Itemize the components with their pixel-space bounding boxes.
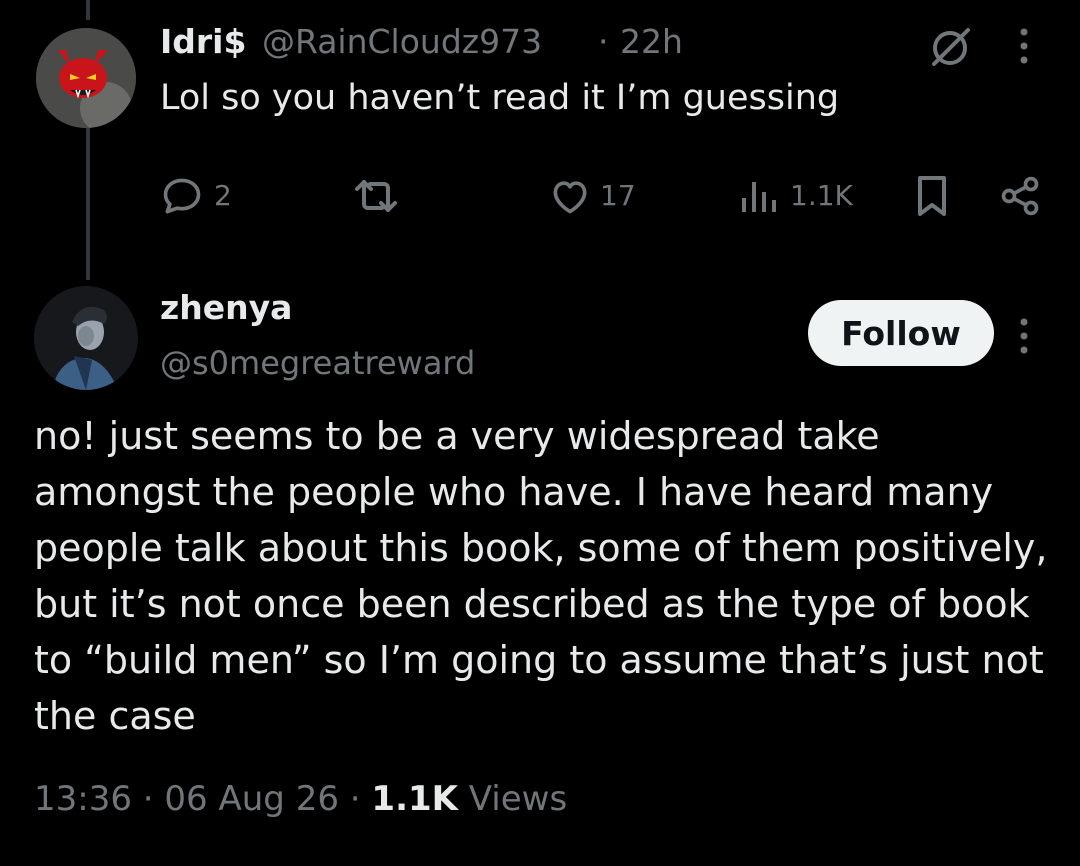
thread-line-top	[86, 0, 90, 20]
retweet-icon[interactable]	[352, 172, 400, 220]
share-icon[interactable]	[998, 174, 1042, 218]
more-options-icon[interactable]	[1016, 316, 1032, 356]
reply-handle[interactable]: @RainCloudz973	[262, 22, 542, 61]
tweet-views-label: Views	[468, 779, 568, 819]
main-handle[interactable]: @s0megreatreward	[160, 344, 475, 382]
meta-dot: ·	[349, 779, 361, 819]
views-count: 1.1K	[790, 179, 853, 212]
tweet-date[interactable]: 06 Aug 26	[164, 779, 339, 819]
tweet-body: no! just seems to be a very widespread t…	[34, 414, 1048, 738]
views-icon[interactable]	[738, 176, 778, 216]
tweet-meta: 13:36 · 06 Aug 26 · 1.1K Views	[34, 776, 567, 822]
follow-button[interactable]: Follow	[808, 300, 994, 366]
main-avatar[interactable]	[34, 286, 138, 390]
thread-line	[86, 128, 90, 280]
like-count: 17	[600, 179, 636, 212]
tweet-time[interactable]: 13:36	[34, 779, 132, 819]
reply-avatar[interactable]	[36, 28, 136, 128]
grok-icon[interactable]	[928, 24, 974, 70]
reply-separator: ·	[598, 22, 609, 61]
reply-count: 2	[214, 179, 232, 212]
meta-dot: ·	[142, 779, 154, 819]
reply-display-name[interactable]: Idri$	[160, 22, 246, 61]
red-devil-cat-avatar-icon	[36, 28, 136, 128]
reply-time-ago[interactable]: 22h	[620, 22, 683, 61]
like-icon[interactable]	[548, 174, 592, 218]
tweet-views-count: 1.1K	[371, 779, 458, 819]
reply-icon[interactable]	[160, 174, 204, 218]
portrait-avatar-icon	[34, 286, 138, 390]
more-options-icon[interactable]	[1016, 26, 1032, 66]
bookmark-icon[interactable]	[912, 174, 952, 218]
main-display-name[interactable]: zhenya	[160, 288, 292, 327]
reply-text: Lol so you haven’t read it I’m guessing	[160, 78, 840, 118]
